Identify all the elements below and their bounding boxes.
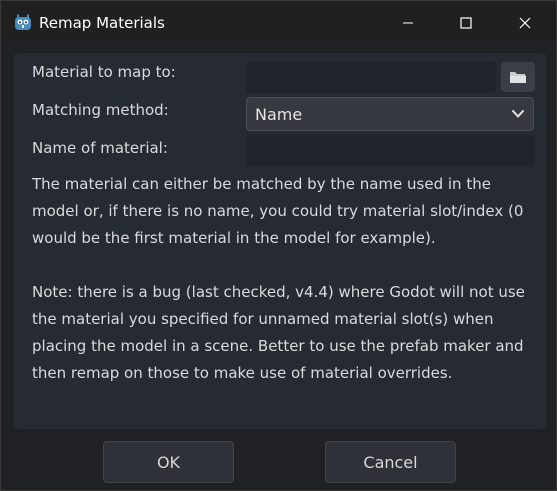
- browse-material-button[interactable]: [501, 62, 535, 92]
- help-text-bug-note: Note: there is a bug (last checked, v4.4…: [32, 283, 525, 382]
- material-to-map-label: Material to map to:: [32, 63, 176, 81]
- chevron-down-icon: [512, 110, 524, 118]
- name-of-material-label: Name of material:: [32, 139, 168, 157]
- window-title: Remap Materials: [39, 14, 165, 32]
- minimize-button[interactable]: [379, 1, 437, 44]
- maximize-button[interactable]: [437, 1, 495, 44]
- maximize-icon: [460, 16, 472, 29]
- godot-icon: [15, 14, 31, 30]
- folder-icon: [510, 72, 526, 83]
- remap-materials-dialog: Remap Materials Material to map to: Matc…: [0, 0, 557, 491]
- close-icon: [519, 17, 531, 28]
- matching-method-label: Matching method:: [32, 101, 169, 119]
- help-text-matching: The material can either be matched by th…: [32, 175, 524, 247]
- title-bar[interactable]: Remap Materials: [1, 1, 556, 44]
- close-button[interactable]: [496, 1, 554, 44]
- matching-method-select[interactable]: Name: [246, 97, 534, 131]
- ok-button[interactable]: OK: [103, 441, 234, 483]
- minimize-icon: [403, 22, 413, 23]
- matching-method-value: Name: [255, 105, 303, 124]
- cancel-button[interactable]: Cancel: [325, 441, 456, 483]
- material-name-input[interactable]: [246, 135, 535, 167]
- material-path-field[interactable]: [246, 61, 496, 93]
